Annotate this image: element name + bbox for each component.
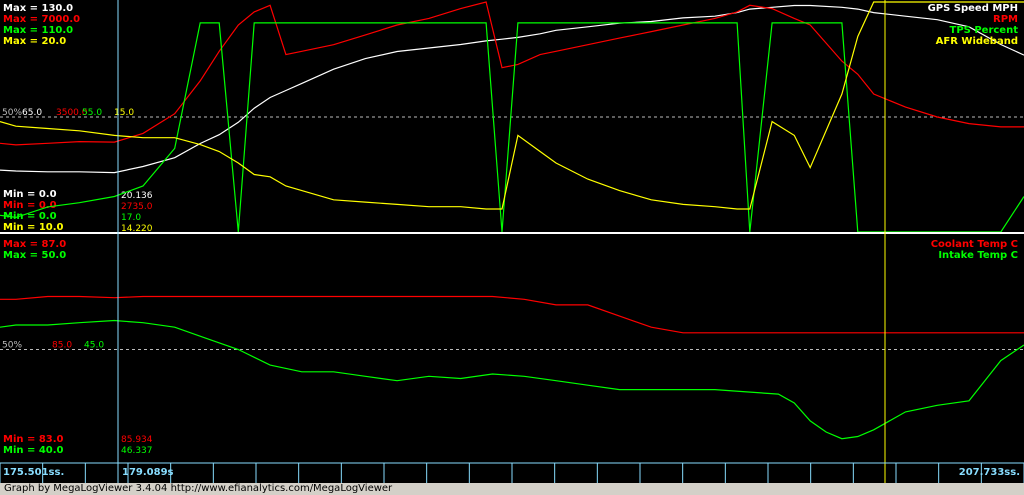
midline-value-coolant-temp-c: 85.0 — [52, 341, 72, 351]
log-graph[interactable]: 50%GPS Speed MPHMax = 130.0Min = 0.0 20.1… — [0, 0, 1024, 483]
midline-label: 50% — [2, 108, 22, 118]
time-start-label: 175.501ss. — [3, 467, 64, 478]
legend-gps-speed-mph: GPS Speed MPH — [928, 3, 1018, 14]
max-label-intake-temp-c: Max = 50.0 — [3, 250, 66, 261]
legend-tps-percent: TPS Percent — [950, 25, 1019, 36]
min-label-intake-temp-c: Min = 40.0 — [3, 445, 64, 456]
cursor-value-coolant-temp-c: 85.934 — [121, 435, 153, 445]
time-end-label: 207.733ss. — [959, 467, 1020, 478]
max-label-gps-speed-mph: Max = 130.0 — [3, 3, 73, 14]
max-label-rpm: Max = 7000.0 — [3, 14, 80, 25]
midline-value-gps-speed-mph: 65.0 — [22, 108, 42, 118]
upper-graph-panel[interactable]: 50%GPS Speed MPHMax = 130.0Min = 0.0 20.1… — [0, 1, 1024, 234]
lower-graph-panel[interactable]: 50% Coolant Temp C Max = 87.0 Min = 83.0 85.… — [0, 239, 1024, 456]
time-cursor-label: 179.089s — [122, 467, 174, 478]
midline-label: 50% — [2, 341, 22, 351]
legend-afr-wideband: AFR Wideband — [936, 36, 1018, 47]
legend-intake-temp-c: Intake Temp C — [938, 250, 1018, 261]
min-label-coolant-temp-c: Min = 83.0 — [3, 434, 64, 445]
log-viewer[interactable]: 50% GPS Speed MPH Max = 130.0 Min = 0.0 20.1… — [0, 0, 1024, 495]
footer-credit: Graph by MegaLogViewer 3.4.04 http://www… — [0, 483, 1024, 495]
cursor-value-intake-temp-c: 46.337 — [121, 446, 153, 456]
min-label-gps-speed-mph: Min = 0.0 — [3, 189, 57, 200]
midline-value-intake-temp-c: 45.0 — [84, 341, 104, 351]
legend-rpm: RPM — [993, 14, 1018, 25]
min-label-rpm: Min = 0.0 — [3, 200, 57, 211]
max-label-coolant-temp-c: Max = 87.0 — [3, 239, 66, 250]
series-line-coolant-temp-c[interactable] — [0, 295, 1024, 334]
max-label-tps-percent: Max = 110.0 — [3, 25, 73, 36]
series-line-rpm[interactable] — [0, 1, 1024, 146]
cursor-value-tps-percent: 17.0 — [121, 213, 141, 223]
cursor-value-rpm: 2735.0 — [121, 202, 153, 212]
min-label-tps-percent: Min = 0.0 — [3, 211, 57, 222]
midline-value-tps-percent: 55.0 — [82, 108, 102, 118]
min-label-afr-wideband: Min = 10.0 — [3, 222, 64, 233]
max-label-afr-wideband: Max = 20.0 — [3, 36, 66, 47]
series-line-intake-temp-c[interactable] — [0, 319, 1024, 440]
midline-value-afr-wideband: 15.0 — [114, 108, 134, 118]
legend-coolant-temp-c: Coolant Temp C — [931, 239, 1018, 250]
